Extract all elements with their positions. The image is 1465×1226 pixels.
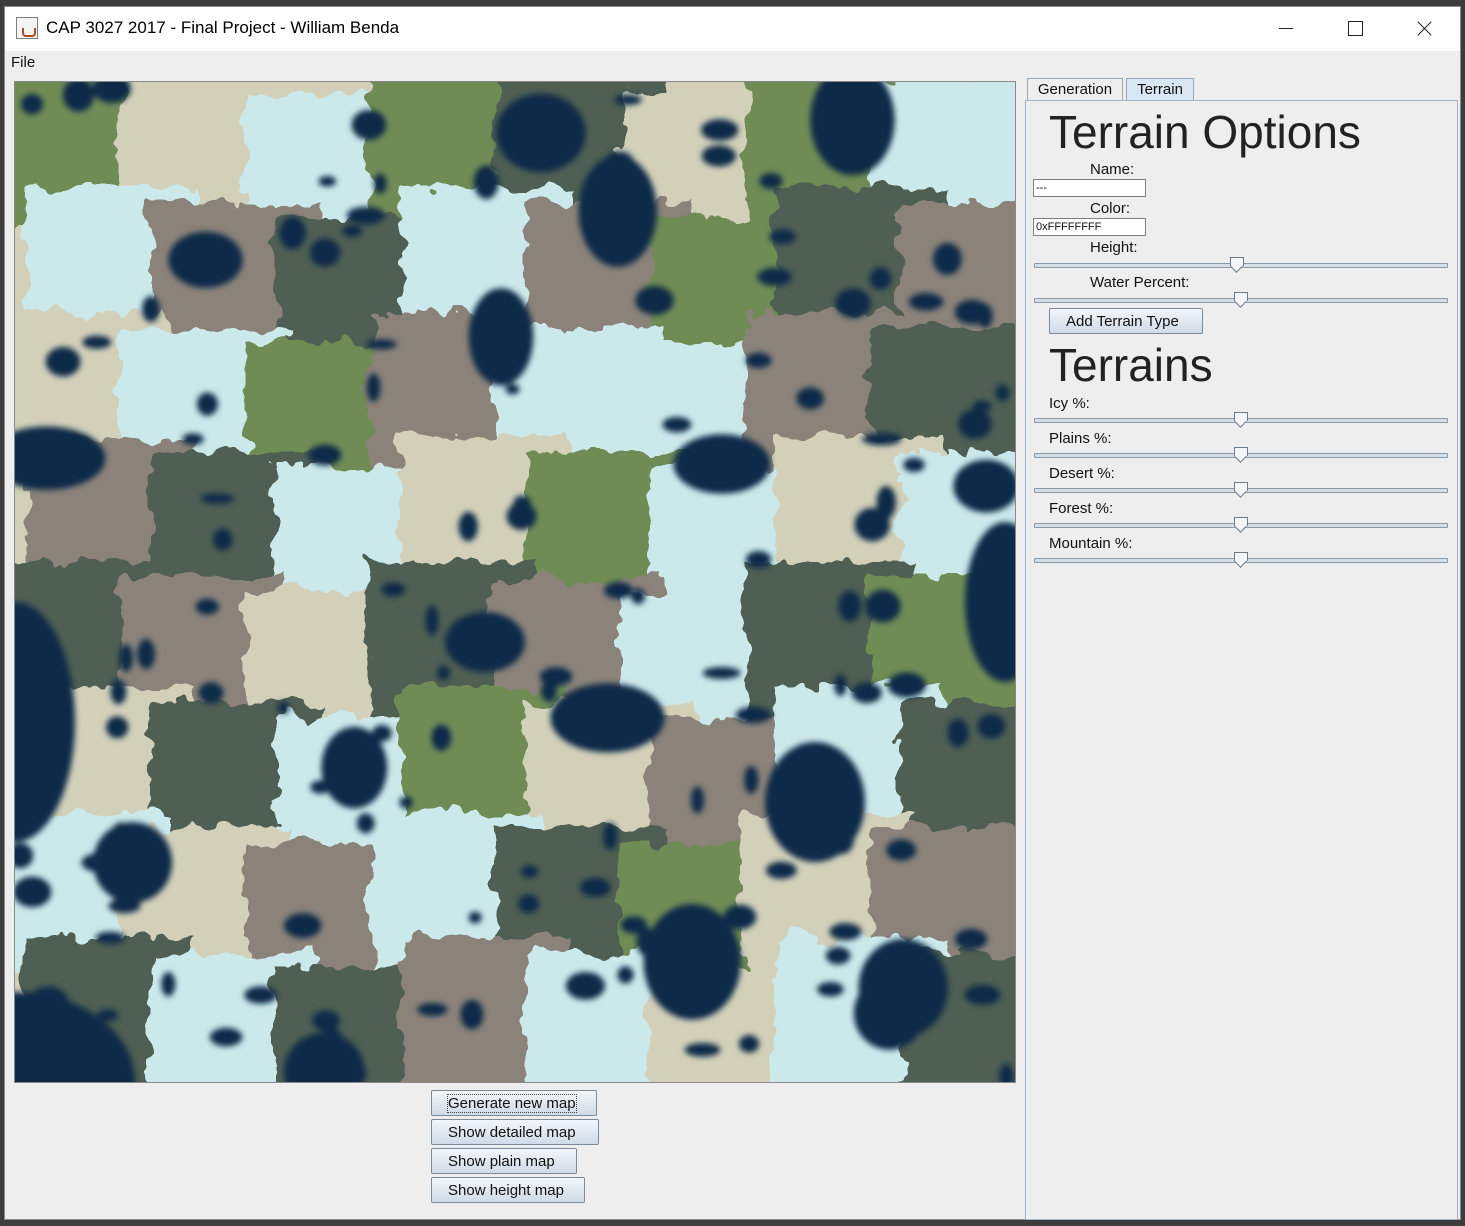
- java-app-icon: [16, 17, 38, 39]
- height-slider[interactable]: [1034, 257, 1448, 273]
- tab-terrain[interactable]: Terrain: [1126, 78, 1194, 100]
- close-icon[interactable]: [1388, 7, 1458, 51]
- forest-slider[interactable]: [1034, 517, 1448, 533]
- mountain-label: Mountain %:: [1049, 535, 1133, 552]
- show-plain-map-button[interactable]: Show plain map: [431, 1148, 577, 1174]
- add-terrain-type-button[interactable]: Add Terrain Type: [1049, 308, 1203, 334]
- menu-bar: File: [5, 51, 1460, 75]
- color-label: Color:: [1090, 200, 1131, 217]
- forest-label: Forest %:: [1049, 500, 1114, 517]
- slider-thumb[interactable]: [1229, 257, 1244, 273]
- plains-slider[interactable]: [1034, 447, 1448, 463]
- slider-thumb[interactable]: [1234, 552, 1248, 568]
- icy-slider[interactable]: [1034, 412, 1448, 428]
- plains-label: Plains %:: [1049, 430, 1112, 447]
- terrain-map-canvas: [15, 82, 1015, 1082]
- show-height-map-button[interactable]: Show height map: [431, 1177, 585, 1203]
- name-label: Name:: [1090, 161, 1135, 178]
- terrain-map: [14, 81, 1016, 1083]
- color-field[interactable]: 0xFFFFFFFF: [1033, 218, 1146, 236]
- tab-generation[interactable]: Generation: [1027, 78, 1123, 100]
- app-window: CAP 3027 2017 - Final Project - William …: [4, 6, 1461, 1220]
- icy-label: Icy %:: [1049, 395, 1090, 412]
- water-percent-slider[interactable]: [1034, 292, 1448, 308]
- slider-thumb[interactable]: [1234, 482, 1248, 498]
- slider-thumb[interactable]: [1234, 447, 1248, 463]
- minimize-icon[interactable]: [1250, 7, 1320, 51]
- title-bar: CAP 3027 2017 - Final Project - William …: [5, 7, 1460, 51]
- menu-file[interactable]: File: [11, 54, 35, 71]
- slider-thumb[interactable]: [1234, 412, 1248, 428]
- terrain-options-heading: Terrain Options: [1049, 106, 1361, 158]
- name-field[interactable]: ---: [1033, 179, 1146, 197]
- window-title: CAP 3027 2017 - Final Project - William …: [46, 18, 400, 37]
- slider-thumb[interactable]: [1234, 292, 1248, 308]
- generate-map-button[interactable]: Generate new map: [431, 1090, 597, 1116]
- show-detailed-map-button[interactable]: Show detailed map: [431, 1119, 599, 1145]
- water-percent-label: Water Percent:: [1090, 274, 1190, 291]
- height-label: Height:: [1090, 239, 1138, 256]
- desert-slider[interactable]: [1034, 482, 1448, 498]
- mountain-slider[interactable]: [1034, 552, 1448, 568]
- generate-map-label: Generate new map: [447, 1094, 577, 1113]
- desert-label: Desert %:: [1049, 465, 1115, 482]
- terrain-panel: Terrain Options Name: --- Color: 0xFFFFF…: [1025, 100, 1458, 1220]
- maximize-icon[interactable]: [1319, 7, 1389, 51]
- terrains-heading: Terrains: [1049, 339, 1213, 391]
- slider-thumb[interactable]: [1234, 517, 1248, 533]
